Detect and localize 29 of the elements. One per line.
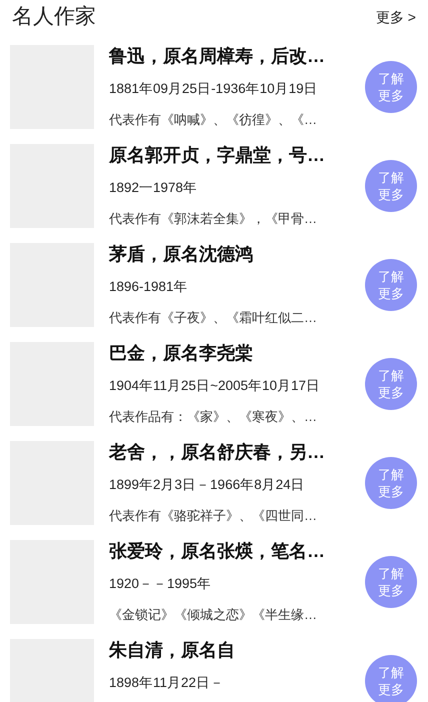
learn-more-button[interactable]: 了解更多 (365, 259, 417, 311)
learn-more-button[interactable]: 了解更多 (365, 655, 417, 702)
author-name: 老舍，，原名舒庆春，另… (109, 441, 326, 463)
author-dates: 1898年11月22日－ (109, 674, 226, 692)
learn-more-button[interactable]: 了解更多 (365, 358, 417, 410)
author-works: 代表作有《骆驼祥子》、《四世同… (109, 507, 318, 525)
author-dates: 1904年11月25日~2005年10月17日 (109, 377, 322, 395)
author-name: 茅盾，原名沈德鸿 (109, 243, 254, 265)
learn-more-button[interactable]: 了解更多 (365, 160, 417, 212)
author-dates: 1881年09月25日-1936年10月19日 (109, 80, 319, 98)
more-link[interactable]: 更多 > (376, 6, 416, 28)
author-works: 代表作有《呐喊》、《彷徨》、《… (109, 111, 318, 129)
author-name: 鲁迅，原名周樟寿，后改… (109, 45, 326, 67)
learn-more-button[interactable]: 了解更多 (365, 556, 417, 608)
author-works: 代表作有《子夜》、《霜叶红似二… (109, 309, 318, 327)
author-name: 张爱玲，原名张煐，笔名… (109, 540, 326, 562)
section-title: 名人作家 (12, 4, 96, 30)
author-works: 代表作品有：《家》、《寒夜》、… (109, 408, 318, 426)
author-name: 原名郭开贞，字鼎堂，号… (109, 144, 326, 166)
author-name: 巴金，原名李尧棠 (109, 342, 254, 364)
learn-more-button[interactable]: 了解更多 (365, 61, 417, 113)
author-dates: 1896-1981年 (109, 278, 189, 296)
author-works: 代表作有《郭沫若全集》，《甲骨… (109, 210, 318, 228)
author-name: 朱自清，原名自 (109, 639, 236, 661)
author-dates: 1892一1978年 (109, 179, 198, 197)
learn-more-button[interactable]: 了解更多 (365, 457, 417, 509)
author-dates: 1899年2月3日－1966年8月24日 (109, 476, 306, 494)
author-dates: 1920－－1995年 (109, 575, 212, 593)
author-works: 《金锁记》《倾城之恋》《半生缘… (109, 606, 318, 624)
